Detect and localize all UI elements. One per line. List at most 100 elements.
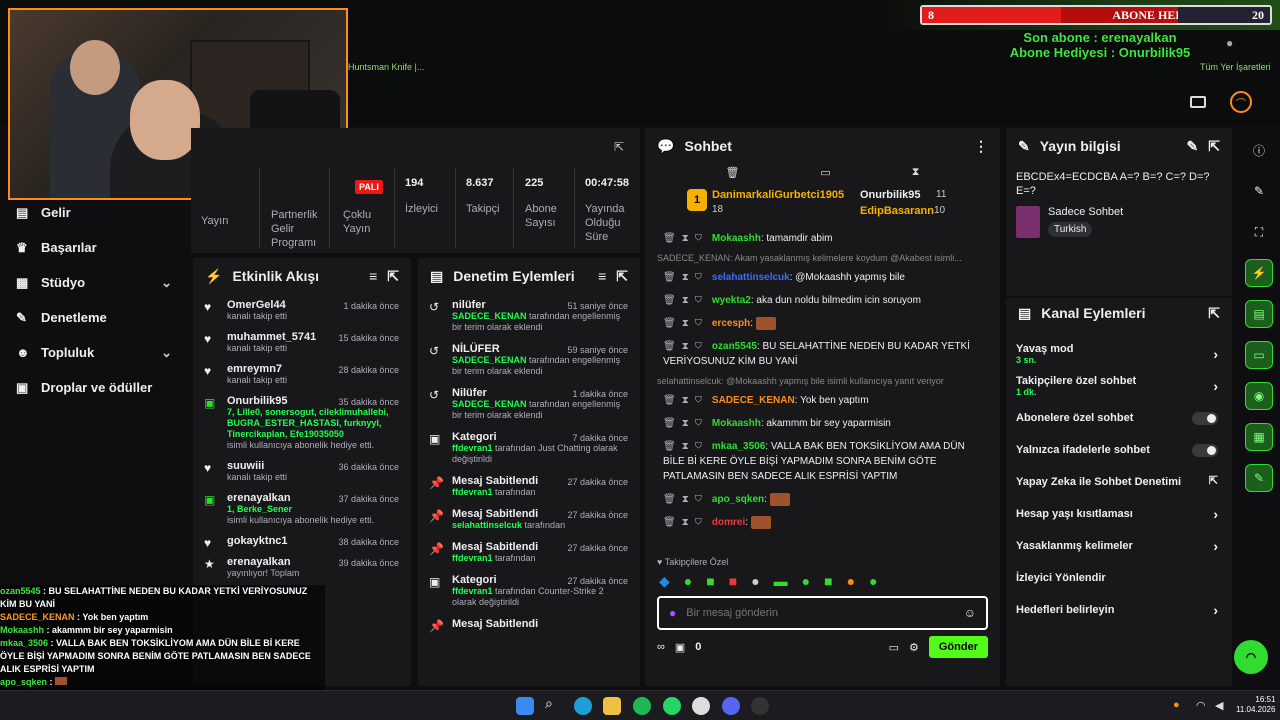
mod-tools-icon[interactable]: 🗑⧗⛉ — [663, 494, 708, 505]
kick-logo-icon[interactable]: ⌒ — [1230, 91, 1252, 113]
all-bookmarks[interactable]: Tüm Yer İşaretleri — [1200, 62, 1271, 72]
channel-action-item[interactable]: Hedefleri belirleyin › — [1006, 594, 1232, 626]
moderator-name[interactable]: ffdevran1 — [452, 487, 493, 497]
emote-icon[interactable]: ■ — [729, 573, 737, 590]
mic-icon[interactable]: ● — [669, 606, 676, 620]
chat-username[interactable]: ozan5545 — [712, 341, 757, 352]
chat-username[interactable]: Mokaashh — [712, 233, 761, 244]
keyboard-icon[interactable] — [1190, 96, 1206, 108]
obs-icon[interactable] — [751, 697, 769, 715]
chat-username[interactable]: apo_sqken — [712, 494, 764, 505]
sidebar-item-gelir[interactable]: ▤ Gelir — [0, 195, 190, 230]
lightning-icon[interactable]: ⚡ — [1245, 259, 1273, 287]
volume-icon[interactable]: ◀ — [1215, 699, 1223, 712]
mod-tools-icon[interactable]: 🗑⧗⛉ — [663, 441, 708, 452]
whatsapp-icon[interactable] — [663, 697, 681, 715]
hourglass-icon[interactable]: ⧗ — [912, 166, 920, 179]
mod-tools-icon[interactable]: 🗑⧗⛉ — [663, 341, 708, 352]
edit-icon[interactable]: ✎ — [1187, 138, 1199, 155]
chat-icon[interactable]: ▭ — [1245, 341, 1273, 369]
emote-icon[interactable]: ● — [847, 573, 855, 590]
edit-icon[interactable]: ✎ — [1245, 177, 1273, 205]
support-bubble-icon[interactable]: ◠ — [1234, 640, 1268, 674]
mic-icon[interactable]: ● — [1173, 699, 1180, 711]
popout-icon[interactable]: ⇱ — [616, 268, 628, 285]
sidebar-item-studyo[interactable]: ▦ Stüdyo ⌄ — [0, 265, 190, 300]
sidebar-item-denetleme[interactable]: ✎ Denetleme — [0, 300, 190, 335]
filter-icon[interactable]: ≡ — [598, 268, 606, 284]
mod-tools-icon[interactable]: 🗑⧗⛉ — [663, 517, 708, 528]
chat-username[interactable]: mkaa_3506 — [712, 441, 765, 452]
emote-icon[interactable]: ■ — [824, 573, 832, 590]
mod-tools-icon[interactable]: 🗑⧗⛉ — [663, 233, 708, 244]
mod-tools-icon[interactable]: 🗑⧗⛉ — [663, 272, 708, 283]
edge-icon[interactable] — [574, 697, 592, 715]
search-icon[interactable]: ⌕ — [545, 695, 563, 713]
settings-icon[interactable]: ⚙ — [909, 641, 919, 654]
trash-icon[interactable]: 🗑 — [725, 166, 739, 179]
popout-icon[interactable]: ⇱ — [614, 140, 624, 154]
popout-icon[interactable]: ⇱ — [1208, 305, 1220, 322]
popout-icon[interactable]: ⇱ — [1208, 138, 1220, 155]
sidebar-item-basarilar[interactable]: ♛ Başarılar — [0, 230, 190, 265]
emote-icon[interactable]: ● — [802, 573, 810, 590]
channel-action-item[interactable]: Abonelere özel sohbet — [1006, 402, 1232, 434]
emote-icon[interactable]: ● — [869, 573, 877, 590]
dashboard-icon[interactable]: ▦ — [1245, 423, 1273, 451]
chat-username[interactable]: domrei — [712, 517, 745, 528]
emote-icon[interactable]: ● — [684, 573, 692, 590]
category-name[interactable]: Sadece Sohbet — [1048, 206, 1123, 218]
folder-icon[interactable] — [603, 697, 621, 715]
chat-icon[interactable]: ▭ — [820, 166, 830, 179]
info-icon[interactable]: ⓘ — [1245, 136, 1273, 164]
filter-icon[interactable]: ≡ — [369, 268, 377, 284]
send-button[interactable]: Gönder — [928, 636, 988, 658]
mod-tools-icon[interactable]: 🗑⧗⛉ — [663, 418, 708, 429]
spotify-icon[interactable] — [633, 697, 651, 715]
sidebar-item-droplar[interactable]: ▣ Droplar ve ödüller — [0, 370, 190, 405]
popout-icon[interactable]: ⇱ — [387, 268, 399, 285]
language-tag[interactable]: Turkish — [1048, 222, 1093, 237]
chat-username[interactable]: ercesph — [712, 318, 750, 329]
bookmark-item[interactable]: Huntsman Knife |... — [348, 62, 424, 72]
chrome-icon[interactable] — [692, 697, 710, 715]
moderator-name[interactable]: SADECE_KENAN — [452, 355, 527, 365]
mod-tools-icon[interactable]: 🗑⧗⛉ — [663, 318, 708, 329]
emoji-icon[interactable]: ☺ — [964, 606, 976, 620]
emote-icon[interactable]: ◆ — [659, 573, 670, 590]
moderator-name[interactable]: ffdevran1 — [452, 586, 493, 596]
wifi-icon[interactable]: ◠ — [1196, 699, 1206, 712]
channel-action-item[interactable]: Takipçilere özel sohbet 1 dk. › — [1006, 370, 1232, 402]
emote-icon[interactable]: ▬ — [774, 573, 788, 590]
document-icon[interactable]: ▤ — [1245, 300, 1273, 328]
channel-action-item[interactable]: Yasaklanmış kelimeler › — [1006, 530, 1232, 562]
discord-icon[interactable] — [722, 697, 740, 715]
chat-username[interactable]: wyekta2 — [712, 295, 751, 306]
toggle-switch[interactable] — [1192, 444, 1218, 457]
gift-icon[interactable]: ▣ — [675, 641, 685, 654]
wrench-icon[interactable]: ✎ — [1245, 464, 1273, 492]
chat-bubble-icon[interactable]: ▭ — [889, 641, 899, 654]
mod-tools-icon[interactable]: 🗑⧗⛉ — [663, 395, 708, 406]
emote-icon[interactable]: ■ — [706, 573, 714, 590]
moderator-name[interactable]: selahattinselcuk — [452, 520, 522, 530]
points-icon[interactable]: ∞ — [657, 641, 665, 653]
top-gifter-name[interactable]: DanimarkaliGurbetci1905 — [712, 189, 844, 201]
chat-username[interactable]: Mokaashh — [712, 418, 761, 429]
channel-action-item[interactable]: İzleyici Yönlendir — [1006, 562, 1232, 594]
second-gifter-name[interactable]: Onurbilik95 — [860, 189, 921, 201]
clock[interactable]: 16:51 11.04.2026 — [1236, 695, 1275, 715]
chat-username[interactable]: selahattinselcuk — [712, 272, 790, 283]
more-options-icon[interactable]: ⋮ — [974, 138, 988, 155]
emote-icon[interactable]: ● — [751, 573, 759, 590]
chat-input-box[interactable]: ● ☺ — [657, 596, 988, 630]
toggle-switch[interactable] — [1192, 412, 1218, 425]
fullscreen-icon[interactable]: ⛶ — [1245, 218, 1273, 246]
channel-action-item[interactable]: Yavaş mod 3 sn. › — [1006, 338, 1232, 370]
channel-action-item[interactable]: Yalnızca ifadelerle sohbet — [1006, 434, 1232, 466]
sidebar-item-topluluk[interactable]: ☻ Topluluk ⌄ — [0, 335, 190, 370]
third-gifter-name[interactable]: EdipBasarann — [860, 205, 934, 217]
category-thumbnail[interactable] — [1016, 206, 1040, 238]
mod-tools-icon[interactable]: 🗑⧗⛉ — [663, 295, 708, 306]
windows-start-icon[interactable] — [516, 697, 534, 715]
